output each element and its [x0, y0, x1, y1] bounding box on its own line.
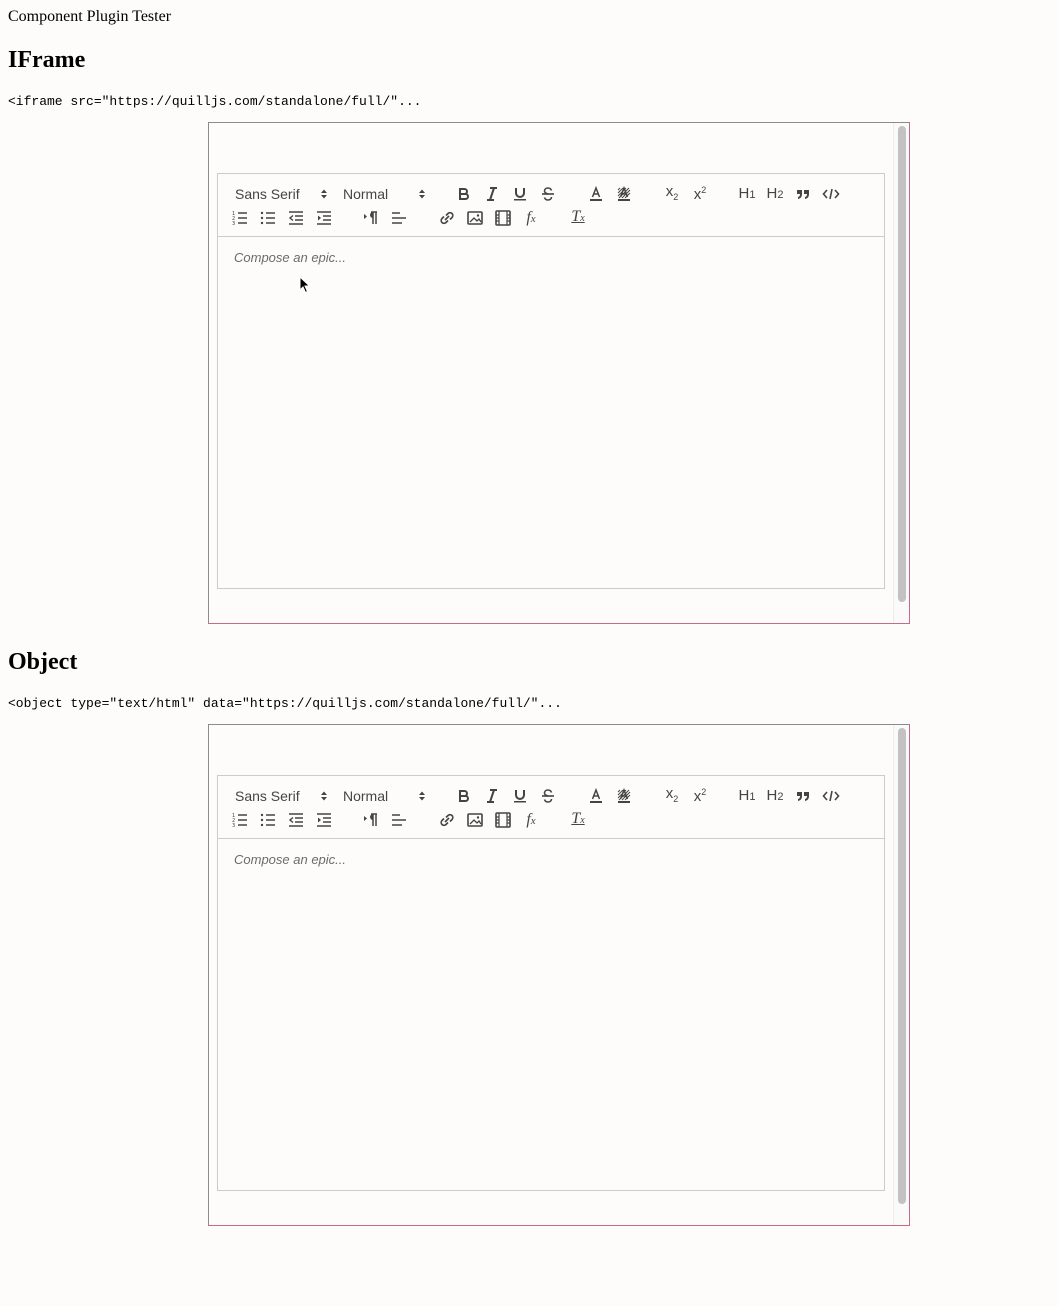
object-code-snippet: <object type="text/html" data="https://q… [8, 696, 562, 711]
formula-icon[interactable]: fx [521, 209, 541, 227]
iframe-embed[interactable]: Sans Serif Normal x2 x2 H1 H2 123 fx Tx … [208, 122, 910, 624]
header-2-icon[interactable]: H2 [765, 787, 785, 805]
page-title: Component Plugin Tester [8, 8, 172, 25]
font-picker[interactable]: Sans Serif [235, 786, 300, 806]
svg-text:3: 3 [232, 221, 235, 227]
object-editor-body[interactable]: Compose an epic... [217, 839, 885, 1191]
strike-icon[interactable] [538, 185, 558, 203]
outdent-icon[interactable] [286, 209, 306, 227]
svg-text:3: 3 [232, 823, 235, 829]
bold-icon[interactable] [454, 787, 474, 805]
blockquote-icon[interactable] [793, 787, 813, 805]
editor-placeholder: Compose an epic... [234, 250, 347, 265]
object-scrollbar[interactable] [893, 725, 909, 1225]
direction-icon[interactable] [361, 209, 381, 227]
iframe-code-snippet: <iframe src="https://quilljs.com/standal… [8, 94, 422, 109]
header-1-icon[interactable]: H1 [737, 787, 757, 805]
text-color-icon[interactable] [586, 787, 606, 805]
editor-placeholder: Compose an epic... [234, 852, 347, 867]
iframe-editor-body[interactable]: Compose an epic... [217, 237, 885, 589]
align-icon[interactable] [389, 209, 409, 227]
image-icon[interactable] [465, 209, 485, 227]
underline-icon[interactable] [510, 185, 530, 203]
outdent-icon[interactable] [286, 811, 306, 829]
ordered-list-icon[interactable]: 123 [230, 811, 250, 829]
italic-icon[interactable] [482, 787, 502, 805]
formula-icon[interactable]: fx [521, 811, 541, 829]
font-picker[interactable]: Sans Serif [235, 184, 300, 204]
direction-icon[interactable] [361, 811, 381, 829]
iframe-scrollbar[interactable] [893, 123, 909, 623]
video-icon[interactable] [493, 209, 513, 227]
code-block-icon[interactable] [821, 787, 841, 805]
code-block-icon[interactable] [821, 185, 841, 203]
object-scrollbar-thumb[interactable] [898, 728, 906, 1204]
subscript-icon[interactable]: x2 [662, 183, 682, 203]
bullet-list-icon[interactable] [258, 209, 278, 227]
section-heading-iframe: IFrame [8, 47, 86, 73]
size-picker[interactable]: Normal [343, 184, 388, 204]
object-embed[interactable]: Sans Serif Normal x2 x2 H1 H2 123 fx Tx … [208, 724, 910, 1226]
size-picker-arrow-icon[interactable] [418, 790, 426, 802]
image-icon[interactable] [465, 811, 485, 829]
superscript-icon[interactable]: x2 [690, 183, 710, 203]
align-icon[interactable] [389, 811, 409, 829]
subscript-icon[interactable]: x2 [662, 785, 682, 805]
header-1-icon[interactable]: H1 [737, 185, 757, 203]
bullet-list-icon[interactable] [258, 811, 278, 829]
clean-icon[interactable]: Tx [568, 810, 588, 829]
link-icon[interactable] [437, 209, 457, 227]
iframe-editor-toolbar: Sans Serif Normal x2 x2 H1 H2 123 fx Tx [217, 173, 885, 237]
link-icon[interactable] [437, 811, 457, 829]
iframe-scrollbar-thumb[interactable] [898, 126, 906, 602]
header-2-icon[interactable]: H2 [765, 185, 785, 203]
text-color-icon[interactable] [586, 185, 606, 203]
size-picker-arrow-icon[interactable] [418, 188, 426, 200]
video-icon[interactable] [493, 811, 513, 829]
font-picker-arrow-icon[interactable] [320, 790, 328, 802]
clean-icon[interactable]: Tx [568, 208, 588, 227]
section-heading-object: Object [8, 649, 78, 675]
size-picker[interactable]: Normal [343, 786, 388, 806]
indent-icon[interactable] [314, 209, 334, 227]
object-editor-toolbar: Sans Serif Normal x2 x2 H1 H2 123 fx Tx [217, 775, 885, 839]
underline-icon[interactable] [510, 787, 530, 805]
font-picker-arrow-icon[interactable] [320, 188, 328, 200]
superscript-icon[interactable]: x2 [690, 785, 710, 805]
italic-icon[interactable] [482, 185, 502, 203]
background-color-icon[interactable] [614, 185, 634, 203]
indent-icon[interactable] [314, 811, 334, 829]
background-color-icon[interactable] [614, 787, 634, 805]
mouse-cursor-icon [299, 276, 311, 294]
strike-icon[interactable] [538, 787, 558, 805]
blockquote-icon[interactable] [793, 185, 813, 203]
ordered-list-icon[interactable]: 123 [230, 209, 250, 227]
bold-icon[interactable] [454, 185, 474, 203]
